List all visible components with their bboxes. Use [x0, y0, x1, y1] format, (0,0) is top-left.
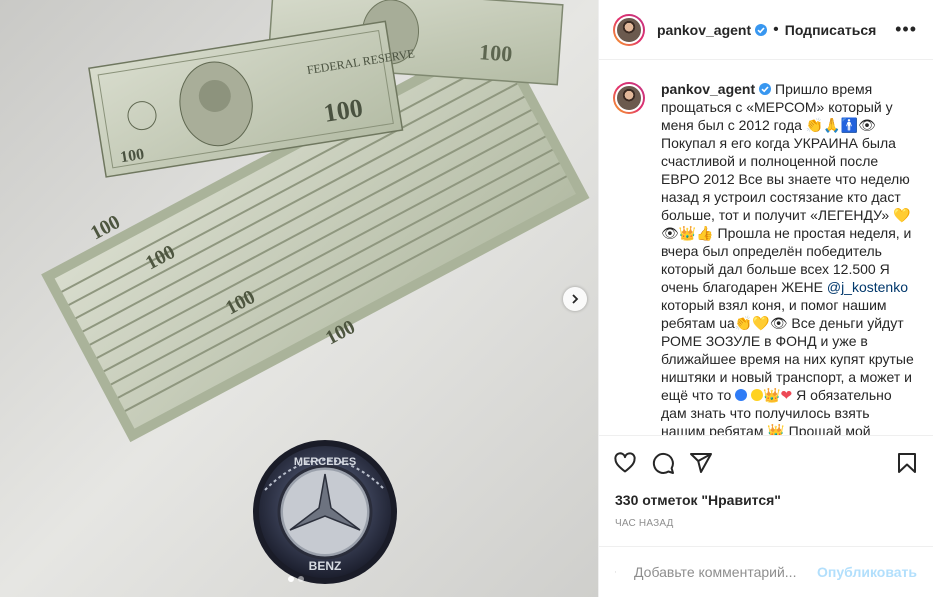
header-separator: •: [773, 20, 779, 38]
caption-username[interactable]: pankov_agent: [661, 81, 755, 97]
publish-comment-button[interactable]: Опубликовать: [817, 564, 917, 580]
thumbs-up-emoji-icon: 👍: [696, 225, 714, 241]
caption-row: pankov_agent Пришло время прощаться с «М…: [599, 60, 933, 436]
comment-bar: Опубликовать: [599, 546, 933, 597]
emblem-top-text: MERCEDES: [294, 456, 356, 468]
post-header: pankov_agent • Подписаться •••: [599, 0, 933, 60]
header-username[interactable]: pankov_agent: [657, 22, 751, 38]
caption-text: pankov_agent Пришло время прощаться с «М…: [661, 80, 917, 436]
caption-part-2: Покупал я его когда УКРАИНА была счастли…: [661, 135, 910, 223]
eye-emoji-icon: 👁: [769, 315, 788, 331]
verified-badge-icon: [755, 23, 768, 36]
post-side-panel: pankov_agent • Подписаться ••• pankov_ag…: [598, 0, 933, 597]
emoji-picker-icon[interactable]: [615, 560, 616, 584]
caption-part-7: Прощай мой: [784, 423, 871, 436]
caption-avatar[interactable]: [613, 82, 645, 114]
emblem-bottom-text: BENZ: [309, 559, 342, 573]
sign-emoji-icon: 🚹: [840, 117, 859, 133]
money-and-emblem-image: 100 FEDERAL RESERVE 100 100 100 100 100 …: [0, 0, 598, 597]
mention-link[interactable]: @j_kostenko: [827, 279, 908, 295]
yellow-circle-icon: [751, 389, 764, 401]
caption-area: pankov_agent Пришло время прощаться с «М…: [599, 60, 933, 436]
avatar[interactable]: [613, 13, 645, 46]
comment-input[interactable]: [632, 563, 818, 581]
eye-emoji-icon: 👁: [858, 117, 876, 133]
like-heart-icon[interactable]: [613, 451, 637, 475]
follow-button[interactable]: Подписаться: [785, 22, 877, 38]
svg-text:100: 100: [478, 39, 513, 66]
post-timestamp[interactable]: ЧАС НАЗАД: [615, 518, 674, 529]
post-actions: [613, 448, 919, 478]
clap-emoji-icon: 👏: [734, 315, 753, 331]
clap-emoji-icon: 👏: [805, 117, 824, 133]
carousel-dot: [298, 576, 304, 582]
yellow-heart-icon: 💛: [893, 207, 911, 223]
svg-text:100: 100: [322, 93, 365, 128]
yellow-heart-icon: 💛: [752, 315, 770, 331]
crown-emoji-icon: 👑: [767, 423, 785, 436]
likes-count[interactable]: 330 отметок "Нравится": [615, 492, 781, 508]
comment-icon[interactable]: [651, 451, 675, 475]
carousel-next-button[interactable]: [563, 287, 587, 311]
eye-emoji-icon: 👁: [661, 225, 679, 241]
red-heart-icon: ❤: [780, 387, 793, 403]
share-icon[interactable]: [689, 451, 713, 475]
carousel-dot-active: [288, 576, 294, 582]
crown-emoji-icon: 👑: [763, 387, 781, 403]
crown-emoji-icon: 👑: [678, 225, 697, 241]
post-photo[interactable]: 100 FEDERAL RESERVE 100 100 100 100 100 …: [0, 0, 598, 597]
chevron-right-icon: [572, 294, 579, 304]
bookmark-icon[interactable]: [895, 451, 919, 475]
pray-emoji-icon: 🙏: [823, 117, 841, 133]
carousel-indicator: [288, 576, 304, 582]
more-options-icon[interactable]: •••: [895, 20, 917, 38]
verified-badge-icon: [759, 83, 772, 95]
blue-circle-icon: [735, 389, 748, 401]
